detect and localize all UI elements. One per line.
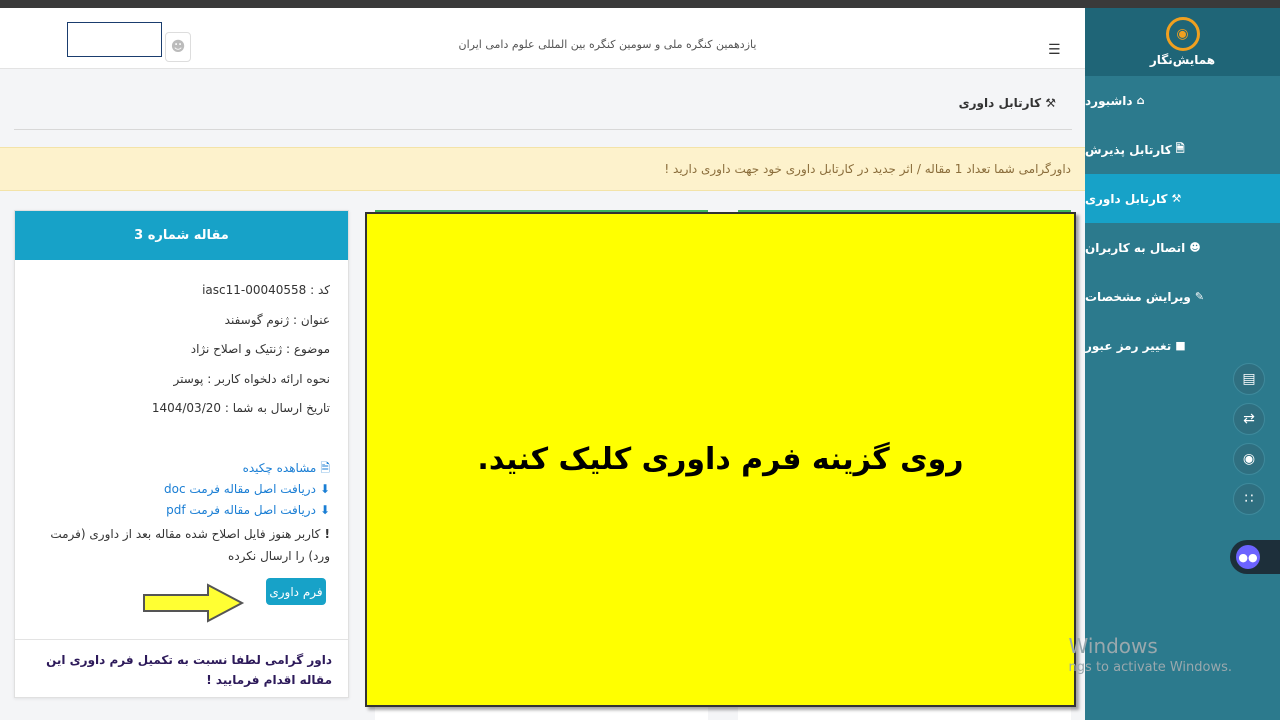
sidebar-item-acceptance[interactable]: 🗎 کارتابل پذیرش (1085, 125, 1280, 174)
article-card-footer: داور گرامی لطفا نسبت به تکمیل فرم داوری … (15, 639, 348, 697)
hamburger-icon[interactable]: ☰ (1048, 42, 1061, 58)
review-form-button[interactable]: فرم داوری (266, 578, 326, 605)
article-card-body: کد : iasc11-00040558 عنوان : ژنوم گوسفند… (15, 260, 348, 567)
broadcast-icon[interactable]: ◉ (1233, 443, 1265, 475)
instruction-overlay: روی گزینه فرم داوری کلیک کنید. (365, 212, 1076, 707)
article-code: کد : iasc11-00040558 (202, 283, 330, 297)
exclamation-icon: ! (320, 526, 330, 541)
article-title: عنوان : ژنوم گوسفند (224, 312, 330, 327)
sidebar-item-edit-profile[interactable]: ✎ ویرایش مشخصات (1085, 272, 1280, 321)
gavel-icon: ⚒ (1171, 192, 1182, 205)
article-card: مقاله شماره 3 کد : iasc11-00040558 عنوان… (14, 210, 349, 698)
page-header: ⚒ کارتابل داوری (14, 70, 1072, 130)
logo[interactable]: ◉ همایش‌نگار (1085, 8, 1280, 76)
download-icon: ⬇ (319, 481, 330, 496)
translate-icon[interactable]: ⇄ (1233, 403, 1265, 435)
article-card-header: مقاله شماره 3 (15, 211, 348, 260)
download-icon: ⬇ (319, 502, 330, 517)
instruction-text: روی گزینه فرم داوری کلیک کنید. (477, 442, 964, 477)
sidebar-item-users[interactable]: ☻ اتصال به کاربران (1085, 223, 1280, 272)
edit-icon: ✎ (1194, 290, 1205, 303)
apps-icon[interactable]: ∷ (1233, 483, 1265, 515)
logo-icon: ◉ (1165, 17, 1200, 51)
gavel-icon: ⚒ (1041, 96, 1056, 110)
revision-warning: ! کاربر هنوز فایل اصلاح شده مقاله بعد از… (50, 526, 330, 563)
page-title: ⚒ کارتابل داوری (958, 96, 1056, 110)
user-name-box[interactable] (67, 22, 162, 57)
app-window: ☻ یازدهمین کنگره ملی و سومین کنگره بین ا… (0, 8, 1280, 720)
sidebar: ◉ همایش‌نگار ⌂ داشبورد 🗎 کارتابل پذیرش ⚒ کا… (1085, 8, 1280, 720)
article-topic: موضوع : ژنتیک و اصلاح نژاد (190, 342, 330, 356)
view-abstract-link[interactable]: 🗎مشاهده چکیده (33, 458, 330, 479)
notice-text: داورگرامی شما تعداد 1 مقاله / اثر جدید د… (664, 162, 1071, 176)
article-sent-date: تاریخ ارسال به شما : 1404/03/20 (151, 401, 330, 415)
document-icon: 🗎 (1175, 142, 1185, 155)
notice-bar: داورگرامی شما تعداد 1 مقاله / اثر جدید د… (0, 147, 1085, 191)
assistant-face-icon: ●● (1236, 545, 1260, 569)
users-icon: ☻ (1189, 241, 1201, 254)
floating-toolbar: ▤ ⇄ ◉ ∷ (1232, 363, 1266, 515)
assistant-icon[interactable]: ●● (1230, 540, 1280, 574)
user-icon[interactable]: ☻ (165, 32, 191, 62)
pointer-arrow-icon (143, 583, 245, 623)
sidebar-item-dashboard[interactable]: ⌂ داشبورد (1085, 76, 1280, 125)
home-icon: ⌂ (1136, 94, 1145, 107)
book-icon[interactable]: ▤ (1233, 363, 1265, 395)
activation-watermark: Windows ngs to activate Windows. (1068, 634, 1232, 675)
sidebar-item-review[interactable]: ⚒ کارتابل داوری (1085, 174, 1280, 223)
file-icon: 🗎 (320, 460, 330, 475)
logo-text: همایش‌نگار (1149, 53, 1216, 67)
download-pdf-link[interactable]: ⬇دریافت اصل مقاله فرمت pdf (33, 500, 330, 521)
conference-title: یازدهمین کنگره ملی و سومین کنگره بین الم… (458, 38, 757, 51)
top-bar: ☻ یازدهمین کنگره ملی و سومین کنگره بین ا… (0, 8, 1085, 69)
lock-icon: ■ (1175, 339, 1186, 352)
download-doc-link[interactable]: ⬇دریافت اصل مقاله فرمت doc (33, 479, 330, 500)
article-links: 🗎مشاهده چکیده ⬇دریافت اصل مقاله فرمت doc… (33, 458, 330, 521)
article-presentation: نحوه ارائه دلخواه کاربر : پوستر (173, 371, 330, 386)
